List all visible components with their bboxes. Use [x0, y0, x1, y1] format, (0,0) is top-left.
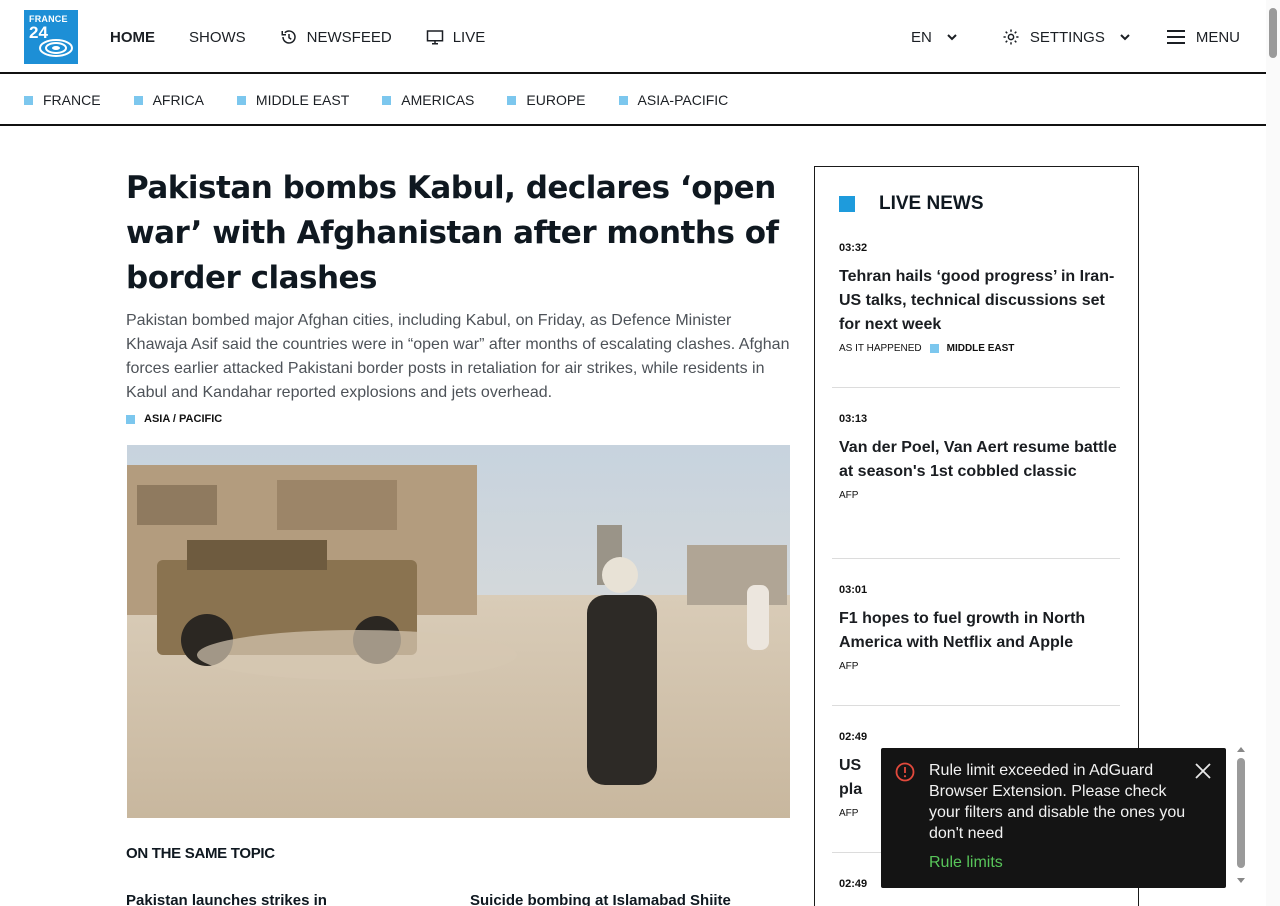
settings-button[interactable]: SETTINGS	[1002, 28, 1131, 46]
hamburger-menu-icon	[1166, 30, 1185, 44]
region-navigation: FRANCE AFRICA MIDDLE EAST AMERICAS EUROP…	[0, 76, 1266, 126]
history-icon	[281, 30, 296, 44]
chevron-down-icon	[1120, 34, 1130, 41]
page-scrollbar[interactable]	[1266, 0, 1280, 906]
related-article-link[interactable]: Pakistan launches strikes in	[126, 892, 327, 906]
rule-limits-link[interactable]: Rule limits	[929, 854, 1003, 872]
nav-shows[interactable]: SHOWS	[189, 29, 246, 46]
notification-scrollbar[interactable]	[1234, 744, 1248, 888]
region-asia-pacific[interactable]: ASIA-PACIFIC	[618, 92, 728, 108]
live-news-item[interactable]: 03:13 Van der Poel, Van Aert resume batt…	[839, 413, 1121, 501]
region-africa[interactable]: AFRICA	[133, 92, 204, 108]
nav-home[interactable]: HOME	[110, 29, 155, 46]
logo-swirl-icon	[39, 39, 73, 57]
live-news-header: LIVE NEWS	[839, 193, 984, 215]
article-headline[interactable]: Pakistan bombs Kabul, declares ‘open war…	[126, 166, 786, 301]
article-tag[interactable]: ASIA / PACIFIC	[126, 413, 222, 425]
live-square-icon	[839, 196, 855, 212]
divider	[832, 705, 1120, 706]
scrollbar-thumb[interactable]	[1269, 8, 1277, 58]
category-square	[929, 344, 939, 353]
live-news-item[interactable]: 03:32 Tehran hails ‘good progress’ in Ir…	[839, 242, 1121, 354]
article-image	[127, 445, 790, 818]
scrollbar-track	[1237, 747, 1245, 883]
region-square	[236, 95, 246, 105]
region-middle-east[interactable]: MIDDLE EAST	[236, 92, 349, 108]
tv-icon	[426, 30, 443, 45]
region-square	[382, 95, 392, 105]
menu-button[interactable]: MENU	[1166, 29, 1240, 46]
chevron-down-icon	[947, 34, 957, 41]
article-photo[interactable]	[127, 445, 790, 818]
language-selector[interactable]: EN	[911, 29, 958, 46]
gear-icon	[1003, 29, 1019, 45]
article-lede: Pakistan bombed major Afghan cities, inc…	[126, 312, 790, 401]
notification-message: Rule limit exceeded in AdGuard Browser E…	[929, 762, 1186, 842]
adguard-notification: Rule limit exceeded in AdGuard Browser E…	[881, 748, 1226, 888]
live-news-item[interactable]: 03:01 F1 hopes to fuel growth in North A…	[839, 584, 1121, 672]
top-navigation: FRANCE 24 HOME SHOWS NEWSFEED LIVE EN SE…	[0, 0, 1266, 74]
france24-logo[interactable]: FRANCE 24	[24, 10, 78, 64]
tag-square	[126, 414, 135, 424]
region-square	[24, 95, 33, 105]
region-france[interactable]: FRANCE	[24, 92, 101, 108]
region-americas[interactable]: AMERICAS	[382, 92, 474, 108]
close-icon[interactable]	[1194, 762, 1212, 780]
nav-newsfeed[interactable]: NEWSFEED	[280, 28, 392, 46]
region-square	[618, 95, 628, 105]
divider	[832, 558, 1120, 559]
related-article-link[interactable]: Suicide bombing at Islamabad Shiite	[470, 892, 731, 906]
region-square	[507, 95, 517, 105]
nav-live[interactable]: LIVE	[426, 28, 485, 46]
divider	[832, 387, 1120, 388]
region-europe[interactable]: EUROPE	[507, 92, 586, 108]
same-topic-heading: ON THE SAME TOPIC	[126, 845, 275, 862]
region-square	[133, 95, 143, 105]
warning-icon	[895, 762, 915, 782]
